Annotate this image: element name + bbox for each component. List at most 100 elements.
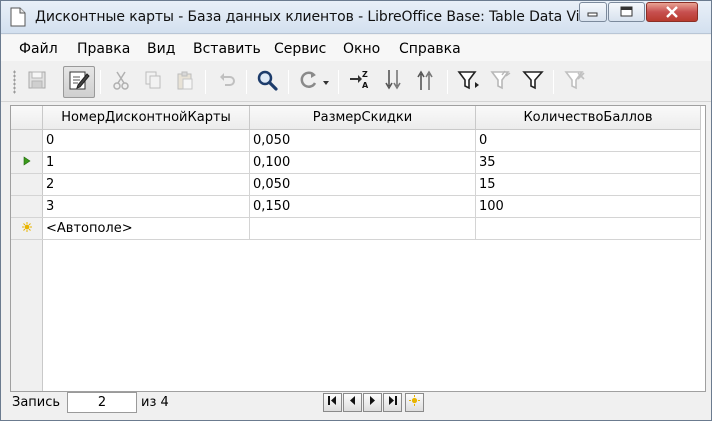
- record-label: Запись: [12, 395, 61, 410]
- menu-bar: Файл Правка Вид Вставить Сервис Окно Спр…: [1, 35, 711, 61]
- new-row-cell[interactable]: [250, 218, 476, 240]
- autofilter-icon: [457, 69, 481, 95]
- row-handle[interactable]: [11, 196, 43, 218]
- menu-insert[interactable]: Вставить: [193, 41, 261, 57]
- table-cell[interactable]: 100: [476, 196, 701, 218]
- toolbar-separator: [338, 70, 339, 94]
- toolbar-separator: [447, 70, 448, 94]
- table-cell[interactable]: 0,050: [250, 130, 476, 152]
- first-record-button[interactable]: [323, 393, 342, 412]
- close-icon: [647, 3, 697, 21]
- refresh-icon: [298, 69, 320, 95]
- sort-descending-button[interactable]: [411, 66, 443, 98]
- previous-record-icon: [347, 395, 358, 410]
- svg-text:Z: Z: [362, 70, 368, 79]
- chevron-down-icon: [322, 75, 330, 90]
- toolbar-grip[interactable]: [13, 70, 16, 94]
- record-navigation-bar: Запись 2 из 4: [10, 392, 706, 414]
- save-button[interactable]: [21, 66, 53, 98]
- record-number-input[interactable]: 2: [67, 392, 137, 413]
- undo-icon: [217, 70, 237, 94]
- table-cell[interactable]: 0: [476, 130, 701, 152]
- menu-view[interactable]: Вид: [147, 41, 175, 57]
- toolbar-separator: [246, 70, 247, 94]
- edit-data-icon: [68, 69, 90, 95]
- cut-icon: [111, 70, 131, 94]
- find-record-button[interactable]: [251, 66, 283, 98]
- save-icon: [27, 70, 47, 94]
- app-window: Дисконтные карты - База данных клиентов …: [0, 0, 712, 421]
- autofilter-button[interactable]: [453, 66, 485, 98]
- next-record-button[interactable]: [363, 393, 382, 412]
- menu-tools[interactable]: Сервис: [274, 41, 326, 57]
- refresh-dropdown-button[interactable]: [319, 66, 333, 98]
- table-data-grid[interactable]: НомерДисконтнойКарты РазмерСкидки Количе…: [10, 105, 706, 392]
- toolbar-separator: [205, 70, 206, 94]
- minimize-button[interactable]: [579, 2, 607, 22]
- menu-file[interactable]: Файл: [19, 41, 58, 57]
- menu-window[interactable]: Окно: [343, 41, 380, 57]
- toolbar-separator: [288, 70, 289, 94]
- sort-ascending-button[interactable]: [379, 66, 411, 98]
- table-cell[interactable]: 15: [476, 174, 701, 196]
- table-cell[interactable]: 1: [43, 152, 250, 174]
- paste-icon: [175, 70, 195, 94]
- table-cell[interactable]: 2: [43, 174, 250, 196]
- row-handle[interactable]: [11, 130, 43, 152]
- sort-button[interactable]: ZA: [344, 66, 376, 98]
- standard-filter-icon: [522, 69, 544, 95]
- edit-data-button[interactable]: [63, 66, 95, 98]
- toolbar: ZA: [1, 62, 711, 102]
- table-cell[interactable]: 0,050: [250, 174, 476, 196]
- paste-button[interactable]: [169, 66, 201, 98]
- minimize-icon: [580, 3, 606, 21]
- record-count-label: из 4: [141, 395, 169, 410]
- new-row-cell[interactable]: <Автополе>: [43, 218, 250, 240]
- column-header[interactable]: НомерДисконтнойКарты: [43, 106, 250, 130]
- new-row-cell[interactable]: [476, 218, 701, 240]
- previous-record-button[interactable]: [343, 393, 362, 412]
- table-cell[interactable]: 0,100: [250, 152, 476, 174]
- maximize-icon: [609, 3, 644, 21]
- menu-edit[interactable]: Правка: [77, 41, 130, 57]
- undo-button[interactable]: [211, 66, 243, 98]
- current-row-icon: [23, 155, 31, 170]
- row-handle[interactable]: [11, 174, 43, 196]
- close-window-button[interactable]: [646, 2, 698, 22]
- last-record-icon: [387, 395, 398, 410]
- menu-help[interactable]: Справка: [399, 41, 461, 57]
- apply-filter-button[interactable]: [485, 66, 517, 98]
- toolbar-separator: [100, 70, 101, 94]
- window-title: Дисконтные карты - База данных клиентов …: [35, 9, 600, 25]
- table-cell[interactable]: 0,150: [250, 196, 476, 218]
- first-record-icon: [327, 395, 338, 410]
- next-record-icon: [367, 395, 378, 410]
- cut-button[interactable]: [105, 66, 137, 98]
- reset-filter-icon: [564, 69, 586, 95]
- sort-ascending-icon: [384, 68, 406, 96]
- table-cell[interactable]: 0: [43, 130, 250, 152]
- last-record-button[interactable]: [383, 393, 402, 412]
- column-header[interactable]: РазмерСкидки: [250, 106, 476, 130]
- copy-icon: [143, 70, 163, 94]
- new-record-icon: [409, 395, 420, 410]
- svg-text:A: A: [362, 81, 369, 90]
- find-record-icon: [256, 69, 278, 95]
- column-header[interactable]: КоличествоБаллов: [476, 106, 701, 130]
- new-record-button[interactable]: [405, 393, 424, 412]
- maximize-button[interactable]: [608, 2, 645, 22]
- table-cell[interactable]: 35: [476, 152, 701, 174]
- document-icon: [10, 7, 26, 27]
- apply-filter-icon: [490, 69, 512, 95]
- sort-icon: ZA: [348, 69, 372, 95]
- table-cell[interactable]: 3: [43, 196, 250, 218]
- row-handle[interactable]: [11, 152, 43, 174]
- new-row-handle[interactable]: [11, 218, 43, 240]
- title-bar[interactable]: Дисконтные карты - База данных клиентов …: [1, 1, 711, 34]
- sort-descending-icon: [416, 68, 438, 96]
- grid-corner[interactable]: [11, 106, 43, 130]
- copy-button[interactable]: [137, 66, 169, 98]
- standard-filter-button[interactable]: [517, 66, 549, 98]
- new-record-icon: [22, 221, 32, 236]
- reset-filter-button[interactable]: [559, 66, 591, 98]
